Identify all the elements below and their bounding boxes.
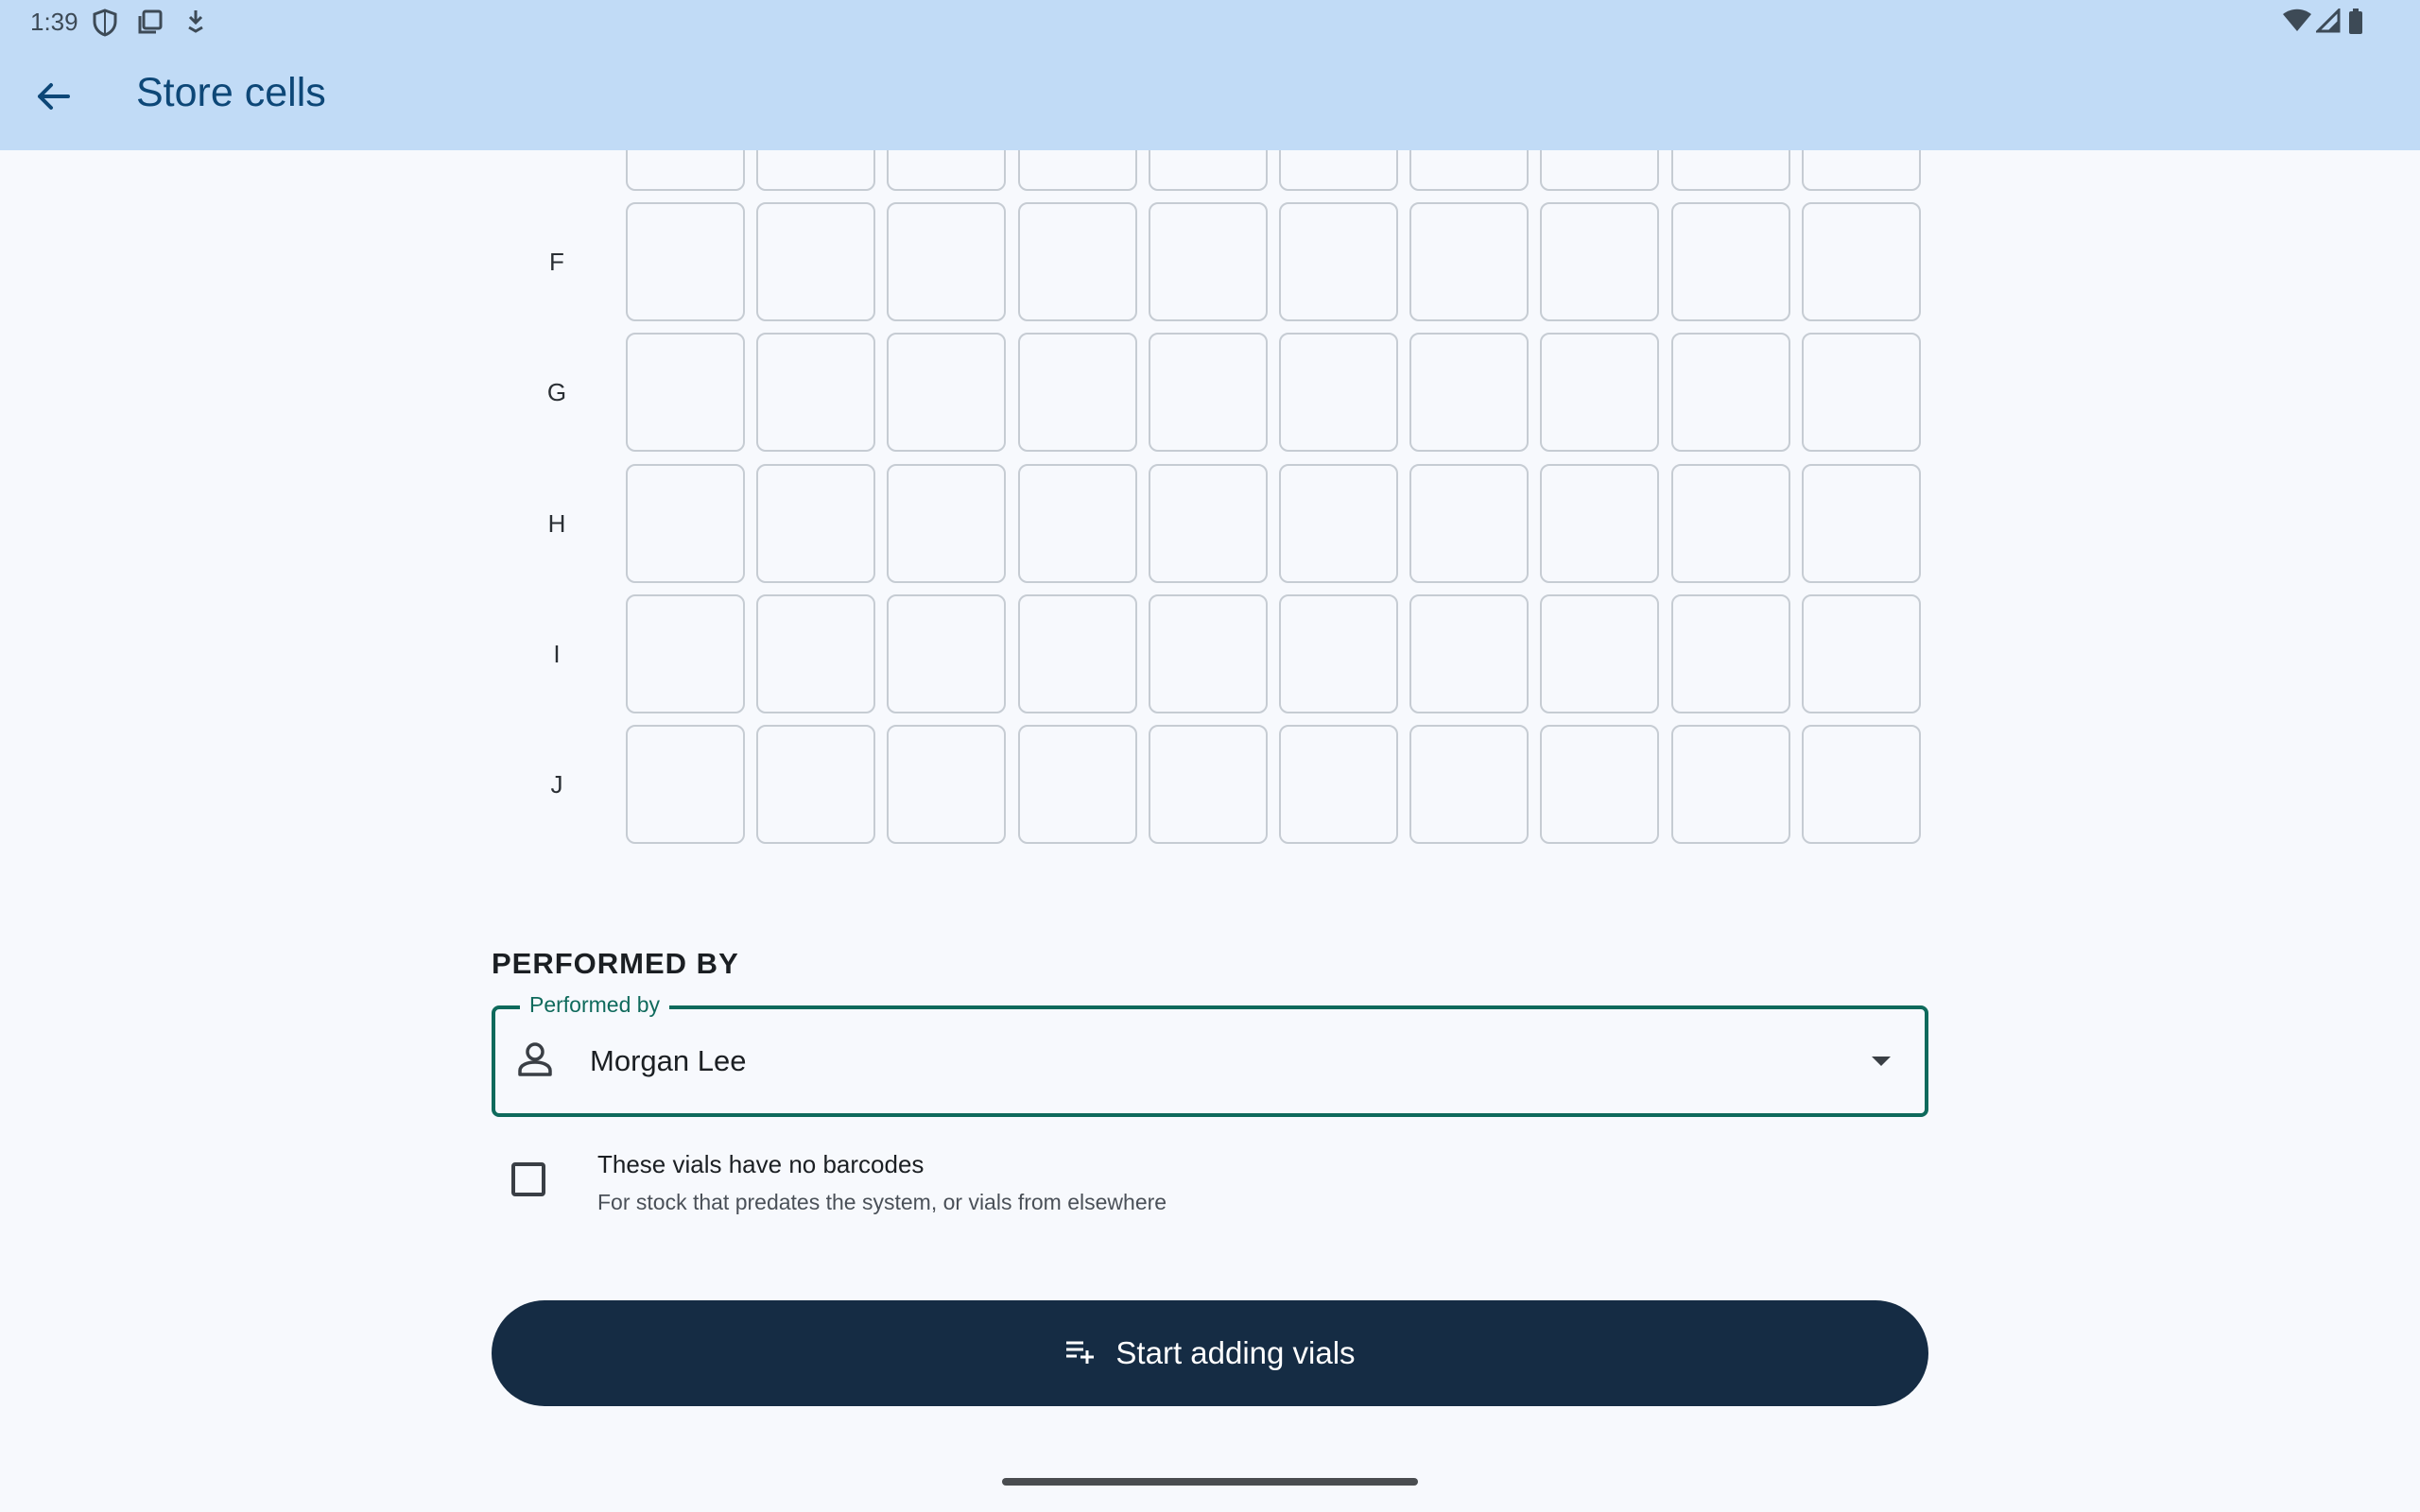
- status-time: 1:39: [30, 8, 78, 36]
- grid-cell-f1[interactable]: [626, 202, 745, 322]
- no-barcodes-checkbox[interactable]: [511, 1162, 545, 1196]
- storage-grid: EFGHIJ: [0, 150, 2420, 887]
- no-barcodes-subtitle: For stock that predates the system, or v…: [597, 1190, 1167, 1214]
- grid-cell-g9[interactable]: [1670, 333, 1790, 453]
- grid-cell-h8[interactable]: [1540, 463, 1660, 583]
- grid-cell-j5[interactable]: [1148, 725, 1268, 844]
- grid-cell-j7[interactable]: [1409, 725, 1530, 844]
- grid-cell-i5[interactable]: [1148, 593, 1268, 713]
- grid-cell-f3[interactable]: [887, 202, 1007, 322]
- playlist-add-icon: [1064, 1338, 1097, 1369]
- shield-icon: [93, 9, 117, 42]
- grid-cell-e8[interactable]: [1540, 150, 1660, 191]
- grid-cell-j1[interactable]: [626, 725, 745, 844]
- grid-cell-h7[interactable]: [1409, 463, 1530, 583]
- grid-cell-i8[interactable]: [1540, 593, 1660, 713]
- page-title: Store cells: [136, 70, 326, 115]
- grid-cell-g10[interactable]: [1801, 333, 1921, 453]
- performed-by-label: Performed by: [520, 992, 670, 1018]
- grid-cell-i6[interactable]: [1279, 593, 1398, 713]
- grid-cell-f4[interactable]: [1017, 202, 1137, 322]
- grid-cell-e2[interactable]: [756, 150, 876, 191]
- battery-icon: [2348, 9, 2363, 40]
- grid-cell-i3[interactable]: [887, 593, 1007, 713]
- grid-cell-g7[interactable]: [1409, 333, 1530, 453]
- grid-cell-g2[interactable]: [756, 333, 876, 453]
- grid-cell-h2[interactable]: [756, 463, 876, 583]
- screenshot-icon: [137, 9, 164, 40]
- grid-cell-j10[interactable]: [1801, 725, 1921, 844]
- grid-cell-i10[interactable]: [1801, 593, 1921, 713]
- section-title: PERFORMED BY: [492, 947, 739, 980]
- grid-cell-i4[interactable]: [1017, 593, 1137, 713]
- grid-cell-e3[interactable]: [887, 150, 1007, 191]
- grid-cell-j8[interactable]: [1540, 725, 1660, 844]
- grid-cell-j2[interactable]: [756, 725, 876, 844]
- row-label-g: G: [546, 378, 567, 407]
- grid-cell-h9[interactable]: [1670, 463, 1790, 583]
- row-label-j: J: [550, 770, 563, 799]
- grid-cell-h3[interactable]: [887, 463, 1007, 583]
- grid-cell-j9[interactable]: [1670, 725, 1790, 844]
- row-label-f: F: [549, 248, 564, 277]
- row-label-i: I: [553, 639, 561, 668]
- grid-cell-f10[interactable]: [1801, 202, 1921, 322]
- grid-cell-j4[interactable]: [1017, 725, 1137, 844]
- grid-cell-h10[interactable]: [1801, 463, 1921, 583]
- start-button-label: Start adding vials: [1115, 1335, 1356, 1370]
- grid-cell-g6[interactable]: [1279, 333, 1398, 453]
- app-bar: 1:39 Store cells: [0, 0, 2420, 150]
- download-icon: [185, 9, 206, 38]
- dropdown-icon[interactable]: [1870, 1055, 1893, 1073]
- grid-cell-f2[interactable]: [756, 202, 876, 322]
- grid-cell-h1[interactable]: [626, 463, 745, 583]
- grid-cell-e7[interactable]: [1409, 150, 1530, 191]
- grid-cell-i7[interactable]: [1409, 593, 1530, 713]
- grid-cell-h6[interactable]: [1279, 463, 1398, 583]
- grid-cell-f7[interactable]: [1409, 202, 1530, 322]
- back-button[interactable]: [26, 72, 79, 125]
- row-label-h: H: [547, 508, 566, 538]
- wifi-icon: [2282, 9, 2312, 38]
- grid-cell-g5[interactable]: [1148, 333, 1268, 453]
- grid-cell-i9[interactable]: [1670, 593, 1790, 713]
- grid-cell-e9[interactable]: [1670, 150, 1790, 191]
- person-icon: [516, 1040, 554, 1083]
- grid-cell-e1[interactable]: [626, 150, 745, 191]
- grid-cell-j3[interactable]: [887, 725, 1007, 844]
- grid-cell-f8[interactable]: [1540, 202, 1660, 322]
- grid-cell-j6[interactable]: [1279, 725, 1398, 844]
- grid-cell-f5[interactable]: [1148, 202, 1268, 322]
- grid-cell-e5[interactable]: [1148, 150, 1268, 191]
- start-adding-vials-button[interactable]: Start adding vials: [492, 1300, 1928, 1406]
- grid-cell-h5[interactable]: [1148, 463, 1268, 583]
- grid-cell-e4[interactable]: [1017, 150, 1137, 191]
- grid-cell-f9[interactable]: [1670, 202, 1790, 322]
- grid-cell-i1[interactable]: [626, 593, 745, 713]
- grid-cell-g8[interactable]: [1540, 333, 1660, 453]
- grid-cell-g3[interactable]: [887, 333, 1007, 453]
- arrow-back-icon: [34, 77, 72, 120]
- grid-cell-i2[interactable]: [756, 593, 876, 713]
- grid-cell-g1[interactable]: [626, 333, 745, 453]
- grid-cell-e6[interactable]: [1279, 150, 1398, 191]
- grid-cell-h4[interactable]: [1017, 463, 1137, 583]
- performed-by-value: Morgan Lee: [590, 1044, 747, 1077]
- cell-signal-icon: [2314, 7, 2341, 38]
- grid-cell-g4[interactable]: [1017, 333, 1137, 453]
- home-indicator: [1002, 1478, 1418, 1486]
- grid-cell-f6[interactable]: [1279, 202, 1398, 322]
- no-barcodes-title: These vials have no barcodes: [597, 1150, 925, 1178]
- grid-cell-e10[interactable]: [1801, 150, 1921, 191]
